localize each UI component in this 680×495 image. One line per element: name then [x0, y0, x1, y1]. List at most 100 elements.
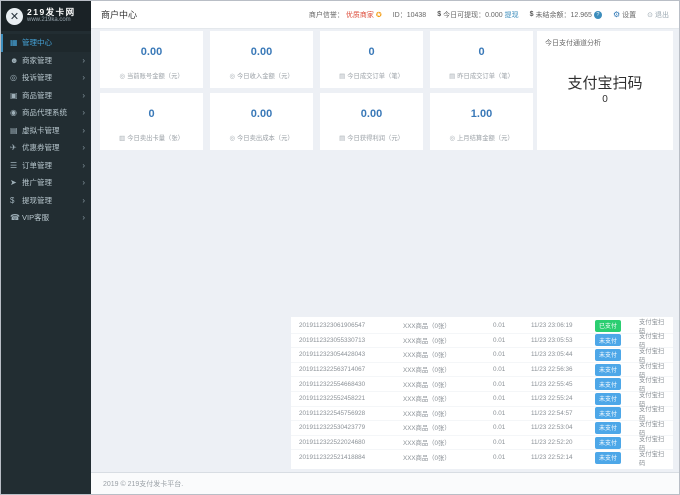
stat-value: 0 [320, 46, 423, 58]
sidebar-item-coupon-management[interactable]: ✈ 优惠券管理 › [1, 139, 91, 157]
stat-cards: 0.00 ◎当前账号金额（元） 0.00 ◎今日收入金额（元） 0 ▤今日成交订… [100, 31, 533, 150]
sidebar-item-product-management[interactable]: ▣ 商品管理 › [1, 87, 91, 105]
stat-card-today-orders: 0 ▤今日成交订单（笔） [320, 31, 423, 88]
order-time: 11/23 22:52:20 [531, 439, 595, 446]
order-product: XXX商品（0张） [403, 394, 493, 403]
stat-value: 0.00 [210, 108, 313, 120]
sidebar-item-complaint-management[interactable]: ◎ 投诉管理 › [1, 69, 91, 87]
status-badge: 未支付 [595, 378, 621, 390]
profit-icon: ▤ [339, 135, 345, 142]
briefcase-icon: ▣ [10, 91, 22, 100]
withdraw-link[interactable]: 提现 [505, 10, 519, 20]
order-time: 11/23 23:05:53 [531, 337, 595, 344]
stat-card-current-balance: 0.00 ◎当前账号金额（元） [100, 31, 203, 88]
footer: 2019 © 219支付发卡平台. [91, 472, 679, 494]
withdraw-label: 今日可提现：0.000 [443, 10, 503, 20]
chevron-right-icon: › [82, 161, 85, 170]
order-number: 2019112322521418884 [299, 454, 403, 461]
order-number: 2019112323055330713 [299, 337, 403, 344]
stat-card-yesterday-orders: 0 ▤昨日成交订单（笔） [430, 31, 533, 88]
merchant-dashboard-page: ✕ 219发卡网 www.219ka.com ▦ 管理中心 ☻ 商家管理 › ◎… [0, 0, 680, 495]
chevron-right-icon: › [82, 126, 85, 135]
stat-label: 今日收入金额（元） [237, 73, 294, 80]
table-row[interactable]: 2019112322554668430 XXX商品（0张） 0.01 11/23… [291, 377, 673, 392]
status-badge: 未支付 [595, 407, 621, 419]
sidebar-item-merchant-management[interactable]: ☻ 商家管理 › [1, 52, 91, 70]
income-icon: ◎ [229, 73, 235, 80]
table-row[interactable]: 2019112322545756928 XXX商品（0张） 0.01 11/23… [291, 407, 673, 422]
order-amount: 0.01 [493, 454, 531, 461]
sidebar-item-product-agent-system[interactable]: ◉ 商品代理系统 › [1, 104, 91, 122]
complaint-icon: ◎ [10, 73, 22, 82]
stat-label: 今日成交订单（笔） [347, 73, 404, 80]
stat-card-cards-sold: 0 ▥今日卖出卡量（张） [100, 93, 203, 150]
order-amount: 0.01 [493, 395, 531, 402]
settings-label: 设置 [622, 10, 636, 20]
status-badge: 未支付 [595, 422, 621, 434]
plane-icon: ✈ [10, 143, 22, 152]
table-row[interactable]: 2019112322521418884 XXX商品（0张） 0.01 11/23… [291, 450, 673, 465]
sidebar-item-virtual-card-management[interactable]: ▤ 虚拟卡管理 › [1, 122, 91, 140]
reputation-value: 优质商家 [346, 10, 374, 20]
order-time: 11/23 22:55:45 [531, 381, 595, 388]
settings-button[interactable]: ⚙ 设置 [613, 10, 636, 20]
sidebar-item-label: 提现管理 [22, 195, 52, 206]
stat-card-today-cost: 0.00 ◎今日卖出成本（元） [210, 93, 313, 150]
order-product: XXX商品（0张） [403, 423, 493, 432]
merchant-reputation: 商户信誉： 优质商家 ✪ [309, 10, 382, 20]
logout-button[interactable]: ⊙ 退出 [647, 10, 669, 20]
stat-value: 1.00 [430, 108, 533, 120]
status-badge: 未支付 [595, 393, 621, 405]
sidebar-item-label: 推广管理 [22, 177, 52, 188]
sidebar-item-label: 商品代理系统 [22, 107, 67, 118]
order-number: 2019112322554668430 [299, 381, 403, 388]
stat-value: 0.00 [100, 46, 203, 58]
order-amount: 0.01 [493, 337, 531, 344]
page-title: 商户中心 [91, 8, 147, 21]
sidebar-item-withdrawal-management[interactable]: $ 提现管理 › [1, 192, 91, 210]
chevron-right-icon: › [82, 73, 85, 82]
brand-logo[interactable]: ✕ 219发卡网 www.219ka.com [1, 1, 91, 31]
status-badge: 未支付 [595, 452, 621, 464]
sidebar-item-label: 管理中心 [22, 37, 52, 48]
sidebar-item-vip-service[interactable]: ☎ VIP客服 › [1, 209, 91, 227]
order-time: 11/23 22:54:57 [531, 410, 595, 417]
sidebar-item-promotion-management[interactable]: ➤ 推广管理 › [1, 174, 91, 192]
stat-label: 今日获得利润（元） [347, 135, 404, 142]
sidebar-item-admin-center[interactable]: ▦ 管理中心 [1, 34, 91, 52]
sidebar-item-label: 商家管理 [22, 55, 52, 66]
order-product: XXX商品（0张） [403, 380, 493, 389]
cost-icon: ◎ [229, 135, 235, 142]
order-product: XXX商品（0张） [403, 336, 493, 345]
settlement-icon: ◎ [449, 135, 455, 142]
channel-name: 支付宝扫码 [537, 72, 673, 93]
reputation-label: 商户信誉： [309, 10, 344, 20]
card-icon: ▥ [119, 135, 125, 142]
status-badge: 未支付 [595, 364, 621, 376]
table-row[interactable]: 2019112323055330713 XXX商品（0张） 0.01 11/23… [291, 334, 673, 349]
table-row[interactable]: 2019112323054428043 XXX商品（0张） 0.01 11/23… [291, 348, 673, 363]
order-number: 2019112322530423779 [299, 424, 403, 431]
table-row[interactable]: 2019112323061906547 XXX商品（0张） 0.01 11/23… [291, 319, 673, 334]
stat-value: 0 [100, 108, 203, 120]
order-number: 2019112322545756928 [299, 410, 403, 417]
order-number: 2019112322552458221 [299, 395, 403, 402]
stat-value: 0 [430, 46, 533, 58]
megaphone-icon: ➤ [10, 178, 22, 187]
order-amount: 0.01 [493, 351, 531, 358]
order-number: 2019112323054428043 [299, 351, 403, 358]
channel-value: 0 [537, 94, 673, 105]
gear-icon: ⚙ [613, 10, 620, 19]
order-time: 11/23 23:05:44 [531, 351, 595, 358]
table-row[interactable]: 2019112322530423779 XXX商品（0张） 0.01 11/23… [291, 421, 673, 436]
top-header: 商户中心 商户信誉： 优质商家 ✪ ID：10438 $ 今日可提现：0.000… [91, 1, 679, 29]
help-icon[interactable]: ? [594, 11, 602, 19]
table-row[interactable]: 2019112322522024680 XXX商品（0张） 0.01 11/23… [291, 436, 673, 451]
order-time: 11/23 22:52:14 [531, 454, 595, 461]
table-row[interactable]: 2019112322552458221 XXX商品（0张） 0.01 11/23… [291, 392, 673, 407]
status-badge: 未支付 [595, 349, 621, 361]
sidebar-item-order-management[interactable]: ☰ 订单管理 › [1, 157, 91, 175]
sidebar-item-label: 投诉管理 [22, 72, 52, 83]
table-row[interactable]: 2019112322563714067 XXX商品（0张） 0.01 11/23… [291, 363, 673, 378]
sidebar-item-label: VIP客服 [22, 212, 49, 223]
